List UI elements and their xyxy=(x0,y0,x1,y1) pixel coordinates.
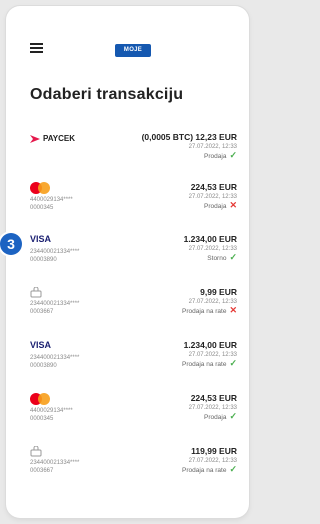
transaction-amount: (0,0005 BTC) 12,23 EUR xyxy=(141,132,237,142)
transaction-ref: 00003890 xyxy=(30,363,57,369)
success-check-icon: ✓ xyxy=(229,358,237,368)
card-number: 234400021334**** xyxy=(30,301,80,307)
failed-cross-icon: ✕ xyxy=(229,200,237,210)
step-number-badge: 3 xyxy=(0,233,22,255)
transaction-status: Prodaja na rate xyxy=(182,467,227,474)
transaction-amount: 1.234,00 EUR xyxy=(183,234,237,244)
transaction-status: Prodaja xyxy=(204,414,227,421)
transaction-amount: 119,99 EUR xyxy=(191,446,237,456)
failed-cross-icon: ✕ xyxy=(229,305,237,315)
transaction-row[interactable]: VISA 234400021334**** 00003890 1.234,00 … xyxy=(6,228,249,278)
transaction-row[interactable]: 4400029134**** 0000345 224,53 EUR 27.07.… xyxy=(6,387,249,437)
app-logo: MOJE xyxy=(115,44,151,57)
transaction-date: 27.07.2022, 12:33 xyxy=(188,299,237,305)
transaction-row[interactable]: PAYCEK (0,0005 BTC) 12,23 EUR 27.07.2022… xyxy=(6,126,249,176)
transaction-date: 27.07.2022, 12:33 xyxy=(188,458,237,464)
success-check-icon: ✓ xyxy=(229,150,237,160)
card-number: 4400029134**** xyxy=(30,197,73,203)
card-number: 234400021334**** xyxy=(30,249,80,255)
visa-logo: VISA xyxy=(30,340,52,350)
mastercard-logo-icon xyxy=(30,393,52,405)
transaction-status: Prodaja xyxy=(204,153,227,160)
transaction-amount: 224,53 EUR xyxy=(190,182,237,192)
transaction-date: 27.07.2022, 12:33 xyxy=(188,246,237,252)
mastercard-logo-icon xyxy=(30,182,52,194)
transaction-ref: 0000345 xyxy=(30,205,54,211)
transaction-amount: 224,53 EUR xyxy=(190,393,237,403)
visa-logo: VISA xyxy=(30,234,52,244)
transaction-ref: 0003667 xyxy=(30,468,54,474)
phone-screen: MOJE Odaberi transakciju PAYCEK (0,0005 … xyxy=(6,6,249,518)
transaction-status: Prodaja na rate xyxy=(182,308,227,315)
transaction-status: Prodaja na rate xyxy=(182,361,227,368)
transaction-row[interactable]: 4400029134**** 0000345 224,53 EUR 27.07.… xyxy=(6,176,249,226)
hamburger-menu-icon[interactable] xyxy=(30,43,43,53)
card-number: 234400021334**** xyxy=(30,460,80,466)
installment-card-icon xyxy=(30,446,42,457)
transaction-status: Prodaja xyxy=(204,203,227,210)
paycek-logo: PAYCEK xyxy=(30,134,125,143)
page-title: Odaberi transakciju xyxy=(30,86,184,103)
transaction-row[interactable]: 234400021334**** 0003667 119,99 EUR 27.0… xyxy=(6,440,249,490)
transaction-ref: 0000345 xyxy=(30,416,54,422)
paycek-brand-label: PAYCEK xyxy=(43,134,76,143)
transaction-date: 27.07.2022, 12:33 xyxy=(188,144,237,150)
card-number: 234400021334**** xyxy=(30,355,80,361)
success-check-icon: ✓ xyxy=(229,252,237,262)
transaction-row[interactable]: 234400021334**** 0003667 9,99 EUR 27.07.… xyxy=(6,281,249,331)
installment-card-icon xyxy=(30,287,42,298)
card-number: 4400029134**** xyxy=(30,408,73,414)
top-bar xyxy=(6,6,249,42)
success-check-icon: ✓ xyxy=(229,464,237,474)
transaction-date: 27.07.2022, 12:33 xyxy=(188,194,237,200)
transaction-date: 27.07.2022, 12:33 xyxy=(188,352,237,358)
transaction-amount: 9,99 EUR xyxy=(200,287,237,297)
transaction-ref: 00003890 xyxy=(30,257,57,263)
transaction-date: 27.07.2022, 12:33 xyxy=(188,405,237,411)
transaction-status: Storno xyxy=(207,255,227,262)
transaction-amount: 1.234,00 EUR xyxy=(183,340,237,350)
success-check-icon: ✓ xyxy=(229,411,237,421)
transaction-row[interactable]: VISA 234400021334**** 00003890 1.234,00 … xyxy=(6,334,249,384)
transaction-ref: 0003667 xyxy=(30,309,54,315)
paycek-icon xyxy=(30,134,40,143)
